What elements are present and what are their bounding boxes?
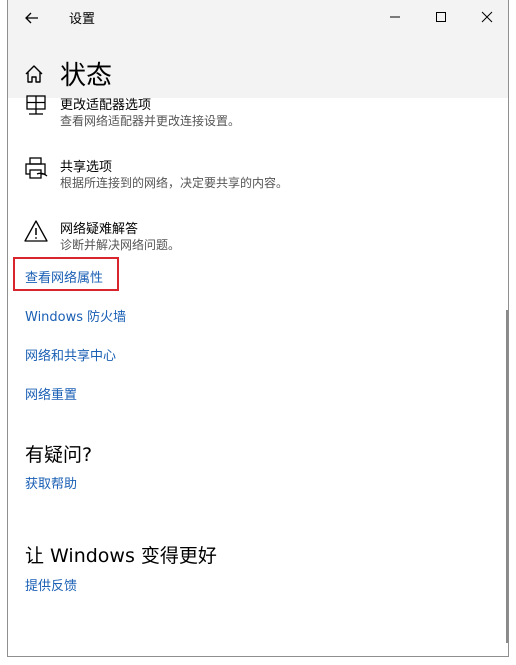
title-bar: 设置 状态: [8, 0, 508, 98]
help-heading: 有疑问?: [25, 444, 93, 466]
app-title: 设置: [69, 12, 96, 27]
maximize-button[interactable]: [418, 0, 464, 34]
link-view-network-properties[interactable]: 查看网络属性: [25, 267, 103, 286]
option-title: 更改适配器选项: [60, 98, 152, 113]
option-description: 查看网络适配器并更改连接设置。: [60, 114, 241, 128]
scrollbar[interactable]: [506, 310, 508, 643]
option-description: 诊断并解决网络问题。: [60, 238, 181, 252]
settings-window: 设置 状态 更改适配器选项 查看网络适配器并更改连接设置。 共享选项 根据所连接…: [7, 0, 509, 657]
network-adapter-icon: [26, 95, 46, 115]
option-title: 共享选项: [60, 160, 113, 175]
home-icon[interactable]: [23, 63, 45, 85]
minimize-icon: [390, 16, 400, 18]
page-title: 状态: [60, 61, 113, 91]
feedback-heading: 让 Windows 变得更好: [25, 545, 217, 567]
link-network-sharing-center[interactable]: 网络和共享中心: [25, 345, 116, 364]
link-windows-firewall[interactable]: Windows 防火墙: [25, 306, 126, 325]
option-description: 根据所连接到的网络，决定要共享的内容。: [60, 176, 289, 190]
minimize-button[interactable]: [372, 0, 418, 34]
maximize-icon: [436, 12, 446, 22]
close-icon: [481, 11, 493, 23]
option-title: 网络疑难解答: [60, 222, 139, 237]
link-give-feedback[interactable]: 提供反馈: [25, 575, 77, 594]
link-network-reset[interactable]: 网络重置: [25, 384, 77, 403]
back-button[interactable]: [18, 4, 46, 32]
back-arrow-icon: [25, 12, 38, 24]
close-button[interactable]: [464, 0, 508, 34]
warning-icon: [24, 220, 48, 242]
content-area: 更改适配器选项 查看网络适配器并更改连接设置。 共享选项 根据所连接到的网络，决…: [8, 95, 508, 656]
link-get-help[interactable]: 获取帮助: [25, 473, 77, 492]
sharing-printer-icon: [25, 157, 48, 179]
